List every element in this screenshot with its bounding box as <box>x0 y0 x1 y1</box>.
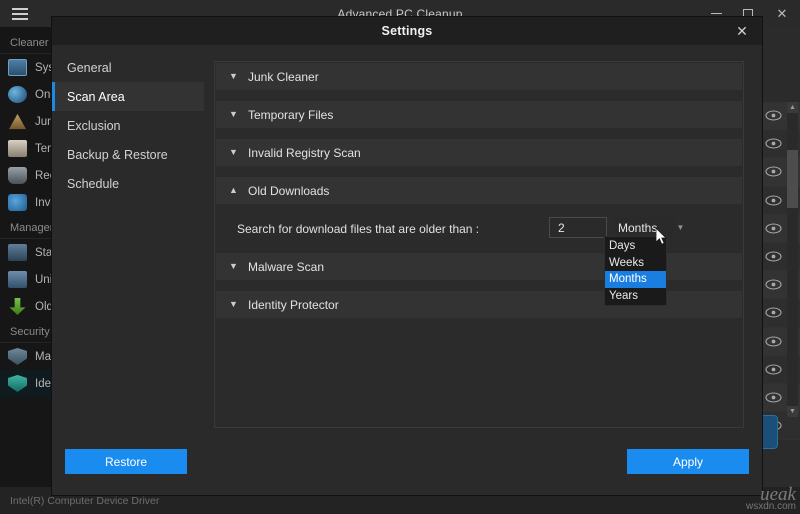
section-invalid-registry-scan[interactable]: ▼ Invalid Registry Scan <box>216 139 742 166</box>
recycle-bin-icon <box>8 167 27 184</box>
nav-item-scan-area[interactable]: Scan Area <box>52 82 204 111</box>
uninstall-icon <box>8 271 27 288</box>
section-label: Junk Cleaner <box>248 69 319 84</box>
nav-item-exclusion[interactable]: Exclusion <box>52 111 204 140</box>
eye-icon[interactable] <box>765 166 782 178</box>
apply-button[interactable]: Apply <box>627 449 749 474</box>
statusbar-text: Intel(R) Computer Device Driver <box>10 494 160 507</box>
junk-icon <box>8 113 27 130</box>
chevron-down-icon: ▼ <box>229 147 238 157</box>
monitor-icon <box>8 59 27 76</box>
malware-shield-icon <box>8 348 27 365</box>
nav-item-general[interactable]: General <box>52 53 204 82</box>
eye-icon[interactable] <box>765 392 782 403</box>
settings-content: ▼ Junk Cleaner ▼ Temporary Files ▼ Inval… <box>204 45 762 438</box>
close-icon[interactable]: ✕ <box>764 0 800 27</box>
eye-icon[interactable] <box>765 279 782 290</box>
age-unit-select[interactable]: Months <box>613 217 675 238</box>
dropdown-option-months[interactable]: Months <box>605 271 666 288</box>
nav-item-schedule[interactable]: Schedule <box>52 169 204 198</box>
temp-files-icon <box>8 140 27 157</box>
results-scrollbar[interactable]: ▲ ▼ <box>787 102 798 417</box>
eye-icon[interactable] <box>765 138 782 149</box>
dropdown-option-years[interactable]: Years <box>605 288 666 305</box>
scroll-up-icon[interactable]: ▲ <box>787 102 798 113</box>
scroll-down-icon[interactable]: ▼ <box>787 406 798 417</box>
eye-icon[interactable] <box>765 336 782 347</box>
nav-item-label: Schedule <box>67 176 120 191</box>
dropdown-option-weeks[interactable]: Weeks <box>605 255 666 272</box>
settings-nav: General Scan Area Exclusion Backup & Res… <box>52 45 204 438</box>
sidebar-item-label: Ma <box>35 350 51 363</box>
eye-icon[interactable] <box>765 251 782 262</box>
nav-item-label: Scan Area <box>67 89 125 104</box>
section-temporary-files[interactable]: ▼ Temporary Files <box>216 101 742 128</box>
dropdown-option-days[interactable]: Days <box>605 238 666 255</box>
sidebar-item-label: Ide <box>35 377 51 390</box>
age-unit-dropdown-list[interactable]: Days Weeks Months Years <box>604 236 667 306</box>
old-downloads-icon <box>9 298 26 315</box>
age-amount-input[interactable]: 2 <box>549 217 607 238</box>
chevron-down-icon: ▼ <box>229 109 238 119</box>
nav-item-backup-restore[interactable]: Backup & Restore <box>52 140 204 169</box>
section-label: Invalid Registry Scan <box>248 145 361 160</box>
dialog-titlebar: Settings ✕ <box>52 17 762 45</box>
section-junk-cleaner[interactable]: ▼ Junk Cleaner <box>216 63 742 90</box>
chevron-down-icon: ▼ <box>229 299 238 309</box>
chevron-down-icon[interactable]: ▼ <box>674 217 687 238</box>
old-downloads-prompt: Search for download files that are older… <box>237 222 480 236</box>
eye-icon[interactable] <box>765 195 782 206</box>
dialog-footer: Restore Apply <box>52 438 762 495</box>
nav-item-label: Exclusion <box>67 118 121 133</box>
close-icon[interactable]: ✕ <box>722 17 762 45</box>
sidebar-item-label: Uni <box>35 273 53 286</box>
nav-item-label: Backup & Restore <box>67 147 168 162</box>
eye-icon[interactable] <box>765 307 782 318</box>
chevron-down-icon: ▼ <box>229 261 238 271</box>
age-amount-value: 2 <box>558 220 565 235</box>
registry-icon <box>8 194 27 211</box>
eye-icon[interactable] <box>765 110 782 121</box>
section-label: Old Downloads <box>248 183 330 198</box>
section-label: Identity Protector <box>248 297 339 312</box>
section-old-downloads[interactable]: ▲ Old Downloads <box>216 177 742 204</box>
identity-shield-icon <box>8 375 27 392</box>
sidebar-item-label: Jun <box>35 115 54 128</box>
nav-item-label: General <box>67 60 112 75</box>
dialog-title: Settings <box>381 24 433 38</box>
restore-button[interactable]: Restore <box>65 449 187 474</box>
eye-icon[interactable] <box>765 364 782 375</box>
chevron-down-icon: ▼ <box>229 71 238 81</box>
chevron-up-icon: ▲ <box>229 185 238 195</box>
disk-icon <box>8 86 27 103</box>
startup-icon <box>8 244 27 261</box>
section-label: Temporary Files <box>248 107 334 122</box>
section-label: Malware Scan <box>248 259 325 274</box>
age-unit-value: Months <box>618 220 658 235</box>
scrollbar-thumb[interactable] <box>787 150 798 208</box>
sidebar-item-label: Old <box>35 300 53 313</box>
eye-icon[interactable] <box>765 223 782 234</box>
